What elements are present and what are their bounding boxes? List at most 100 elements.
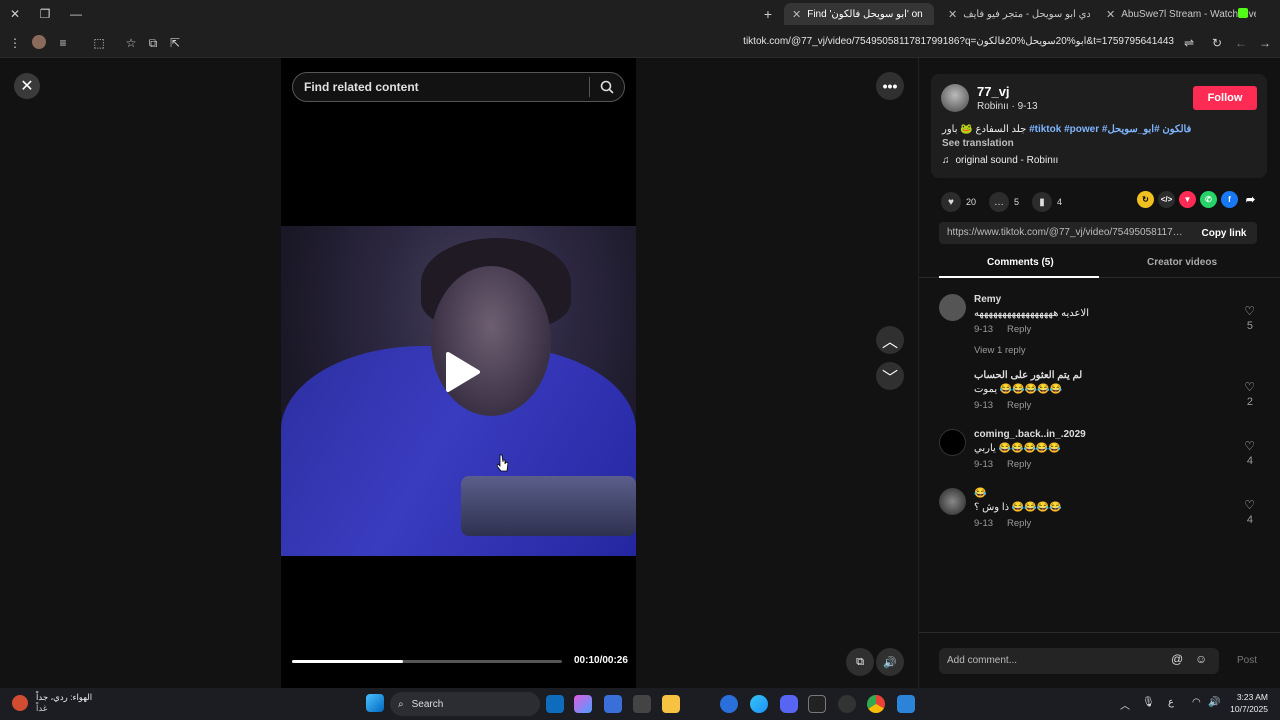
taskbar-search[interactable]: ⌕ Search <box>390 692 540 716</box>
copilot-icon[interactable] <box>574 695 592 713</box>
reply-link[interactable]: Reply <box>1007 324 1031 335</box>
comment-like-icon[interactable]: ♡ <box>1244 380 1255 394</box>
reply-link[interactable]: Reply <box>1007 400 1031 411</box>
related-search-box[interactable]: Find related content <box>292 72 625 102</box>
comment-author[interactable]: لم يتم العثور على الحساب <box>974 370 1082 381</box>
send-to-friends-icon[interactable]: ▼ <box>1179 191 1196 208</box>
sound-link[interactable]: ♫ original sound - Robinıı <box>942 155 1058 166</box>
previous-video-button[interactable]: ︿ <box>876 326 904 354</box>
play-icon[interactable] <box>442 350 482 394</box>
share-page-icon[interactable]: ⇱ <box>166 34 184 52</box>
profile-avatar[interactable] <box>32 35 46 49</box>
weather-widget[interactable]: الهواء: ردي، جداً غداً <box>12 692 92 714</box>
comment-like-icon[interactable]: ♡ <box>1244 498 1255 512</box>
extensions-icon[interactable]: ⬚ <box>90 34 108 52</box>
reading-list-icon[interactable]: ≡ <box>54 34 72 52</box>
wifi-icon[interactable]: ◠ <box>1192 697 1201 708</box>
system-clock[interactable]: 3:23 AM 10/7/2025 <box>1230 691 1268 715</box>
comment-like-icon[interactable]: ♡ <box>1244 439 1255 453</box>
reply-link[interactable]: Reply <box>1007 459 1031 470</box>
reply-link[interactable]: Reply <box>1007 518 1031 529</box>
video-progress-bar[interactable] <box>292 660 562 663</box>
facebook-icon[interactable]: f <box>1221 191 1238 208</box>
input-language[interactable]: ع <box>1168 697 1174 708</box>
comment-avatar[interactable] <box>939 488 966 515</box>
speaker-icon[interactable]: 🔊 <box>1208 697 1220 708</box>
defender-icon[interactable] <box>604 695 622 713</box>
repost-icon[interactable]: ↻ <box>1137 191 1154 208</box>
post-comment-button[interactable]: Post <box>1237 655 1257 666</box>
embed-icon[interactable]: </> <box>1158 191 1175 208</box>
microphone-icon[interactable]: 🎙 <box>1142 697 1155 708</box>
comment-stat[interactable]: … 5 <box>989 192 1019 212</box>
comment-avatar[interactable] <box>939 429 966 456</box>
search-icon[interactable] <box>590 80 624 94</box>
comment-author[interactable]: Remy <box>974 294 1001 305</box>
caption-hashtags[interactable]: #tiktok #power #فالكون #ابو_سويحل <box>1029 124 1191 135</box>
tab-close-icon[interactable]: ✕ <box>948 8 957 21</box>
discord-icon[interactable] <box>780 695 798 713</box>
back-icon[interactable]: ← <box>1232 34 1250 52</box>
whatsapp-icon[interactable]: ✆ <box>1200 191 1217 208</box>
address-bar[interactable]: tiktok.com/@77_vj/video/7549505811781799… <box>743 36 1174 47</box>
tab-creator-videos[interactable]: Creator videos <box>1147 257 1217 268</box>
comment-like-icon[interactable]: ♡ <box>1244 304 1255 318</box>
author-username[interactable]: 77_vj <box>977 84 1010 99</box>
comment-text: يموت 😂😂😂😂😂 <box>974 384 1063 395</box>
comment-date: 9-13 <box>974 459 994 470</box>
view-replies-link[interactable]: View 1 reply <box>974 345 1026 356</box>
store-icon[interactable] <box>633 695 651 713</box>
menu-dots-icon[interactable]: ⋮ <box>6 34 24 52</box>
remote-app-icon[interactable] <box>897 695 915 713</box>
collections-icon[interactable]: ⧉ <box>144 34 162 52</box>
mention-icon[interactable]: @ <box>1171 652 1183 666</box>
like-stat[interactable]: ♥ 20 <box>941 192 976 212</box>
edge-icon[interactable] <box>750 695 768 713</box>
copy-link-button[interactable]: Copy link <box>1191 222 1257 244</box>
chrome-icon[interactable] <box>867 695 885 713</box>
mouse-cursor-icon <box>497 454 509 472</box>
outlook-icon[interactable] <box>546 695 564 713</box>
file-explorer-icon[interactable] <box>662 695 680 713</box>
close-video-button[interactable]: ✕ <box>14 73 40 99</box>
volume-button[interactable]: 🔊 <box>876 648 904 676</box>
tab-store[interactable]: ✕ هودي ابو سويحل - متجر فيو فايف <box>940 3 1090 25</box>
comment-item: Remy الاعديه هههههههههههههههههه 9-13 Repl… <box>939 294 1269 342</box>
app-icon[interactable] <box>838 695 856 713</box>
more-options-button[interactable]: ••• <box>876 72 904 100</box>
picture-in-picture-button[interactable]: ⧉ <box>846 648 874 676</box>
comment-like-count: 5 <box>1246 320 1253 332</box>
reload-icon[interactable]: ↻ <box>1208 34 1226 52</box>
close-window-icon[interactable]: ✕ <box>6 5 24 23</box>
tray-overflow-icon[interactable]: ︿ <box>1120 697 1130 712</box>
author-avatar[interactable] <box>941 84 969 112</box>
add-comment-box[interactable]: Add comment... @ ☺ <box>939 648 1219 674</box>
video-link[interactable]: https://www.tiktok.com/@77_vj/video/7549… <box>947 227 1187 238</box>
next-video-button[interactable]: ﹀ <box>876 362 904 390</box>
restore-window-icon[interactable]: ❐ <box>36 5 54 23</box>
comment-author[interactable]: 😂 <box>974 488 986 499</box>
comment-avatar[interactable] <box>939 294 966 321</box>
settings-app-icon[interactable] <box>720 695 738 713</box>
minimize-window-icon[interactable]: — <box>67 5 85 23</box>
tab-tiktok-search[interactable]: ✕ Find 'ابو سويحل فالكون' on <box>784 3 934 25</box>
save-stat[interactable]: ▮ 4 <box>1032 192 1062 212</box>
emoji-icon[interactable]: ☺ <box>1195 652 1207 666</box>
tab-comments[interactable]: Comments (5) <box>987 257 1054 268</box>
search-input[interactable]: Find related content <box>293 80 589 94</box>
new-tab-icon[interactable]: + <box>759 5 777 23</box>
share-arrow-icon[interactable]: ➦ <box>1242 191 1259 208</box>
call-of-duty-icon[interactable] <box>808 695 826 713</box>
follow-button[interactable]: Follow <box>1193 86 1257 110</box>
tab-close-icon[interactable]: ✕ <box>1106 8 1115 21</box>
tab-kick-stream[interactable]: ✕ AbuSwe7l Stream - Watch Live <box>1098 3 1256 25</box>
tab-close-icon[interactable]: ✕ <box>792 8 801 21</box>
site-settings-icon[interactable]: ⇌ <box>1180 34 1198 52</box>
bookmark-star-icon[interactable]: ☆ <box>122 34 140 52</box>
comment-input[interactable]: Add comment... <box>947 655 1017 666</box>
comment-author[interactable]: coming_.back..in_.2029 <box>974 429 1086 440</box>
comment-avatar[interactable] <box>939 370 966 397</box>
see-translation-link[interactable]: See translation <box>942 138 1014 149</box>
forward-icon[interactable]: → <box>1256 34 1274 52</box>
start-menu-icon[interactable] <box>366 694 384 712</box>
